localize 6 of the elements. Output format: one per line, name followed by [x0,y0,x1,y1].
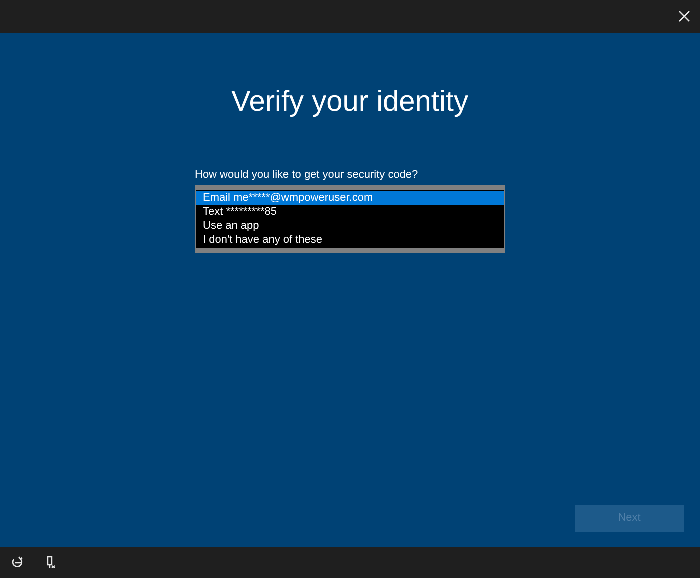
close-icon[interactable] [679,11,690,22]
option-item[interactable]: Email me*****@wmpoweruser.com [196,191,504,205]
option-list[interactable]: Email me*****@wmpoweruser.com Text *********85 Use an app I don't have any of these [195,185,505,253]
prompt-text: How would you like to get your security code? [195,168,418,182]
page-title: Verify your identity [232,85,468,119]
accessibility-icon[interactable] [11,556,24,569]
